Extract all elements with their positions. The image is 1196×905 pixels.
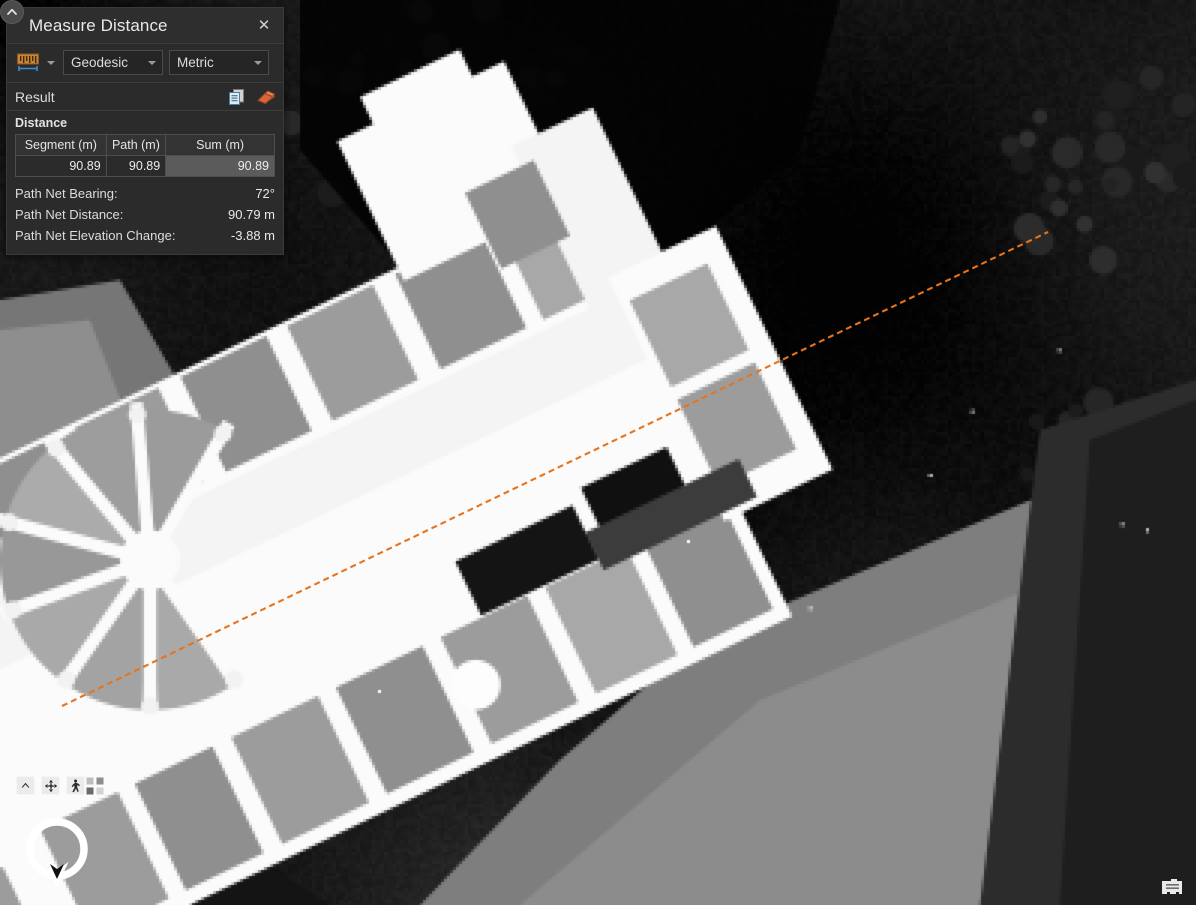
eraser-icon[interactable] [255, 87, 275, 107]
stat-label-bearing: Path Net Bearing: [15, 186, 118, 201]
esri-globe-logo [26, 818, 88, 887]
stat-value-bearing: 72° [255, 186, 275, 201]
pan-button[interactable] [41, 776, 60, 795]
basemap-grid-icon [86, 777, 104, 795]
stat-row-distance: Path Net Distance: 90.79 m [15, 204, 275, 225]
pan-arrows-icon [44, 779, 57, 792]
path-statistics: Path Net Bearing: 72° Path Net Distance:… [7, 177, 283, 254]
collapse-panel-button[interactable] [0, 0, 24, 24]
legend-button[interactable] [1158, 875, 1186, 899]
stat-value-distance: 90.79 m [228, 207, 275, 222]
stat-label-distance: Path Net Distance: [15, 207, 124, 222]
column-segment: Segment (m) [15, 134, 107, 156]
measure-units-select[interactable]: Metric [169, 50, 269, 75]
compass-north-icon [21, 782, 30, 788]
cell-sum: 90.89 [165, 155, 275, 177]
stat-value-elevation: -3.88 m [230, 228, 275, 243]
distance-section-title: Distance [15, 116, 68, 130]
compass-north-button[interactable] [16, 776, 35, 795]
result-label: Result [15, 88, 55, 105]
stat-row-elevation: Path Net Elevation Change: -3.88 m [15, 225, 275, 246]
measure-units-value: Metric [177, 55, 214, 70]
stat-label-elevation: Path Net Elevation Change: [15, 228, 176, 243]
result-header: Result [7, 83, 283, 111]
caret-down-icon[interactable] [47, 60, 55, 65]
measure-tool-selector[interactable] [14, 51, 57, 75]
ruler-icon [17, 53, 39, 71]
map-navigation-toolbar[interactable] [16, 776, 85, 795]
basemap-gallery-button[interactable] [86, 777, 104, 795]
cell-segment: 90.89 [15, 155, 107, 177]
stat-row-bearing: Path Net Bearing: 72° [15, 183, 275, 204]
table-header-row: Segment (m) Path (m) Sum (m) [15, 134, 275, 156]
walk-mode-button[interactable] [66, 776, 85, 795]
app-root: Measure Distance ✕ Geodesic Metric Resul… [0, 0, 1196, 905]
chevron-up-icon [7, 8, 17, 15]
chevron-down-icon [148, 60, 156, 65]
table-row[interactable]: 90.89 90.89 90.89 [15, 155, 275, 177]
column-path: Path (m) [105, 134, 167, 156]
close-button[interactable]: ✕ [249, 11, 279, 39]
measure-toolbar[interactable]: Geodesic Metric [7, 44, 283, 83]
measure-mode-select[interactable]: Geodesic [63, 50, 163, 75]
cell-path: 90.89 [105, 155, 167, 177]
esri-logo [20, 815, 94, 889]
chevron-down-icon [254, 60, 262, 65]
walk-mode-icon [71, 779, 80, 792]
measure-mode-value: Geodesic [71, 55, 129, 70]
panel-title: Measure Distance [29, 15, 168, 35]
column-sum: Sum (m) [165, 134, 275, 156]
legend-card-icon [1162, 879, 1182, 894]
copy-icon[interactable] [227, 87, 247, 107]
result-actions[interactable] [227, 87, 275, 107]
measure-distance-panel[interactable]: Measure Distance ✕ Geodesic Metric Resul… [6, 7, 284, 255]
distance-table: Segment (m) Path (m) Sum (m) 90.89 90.89… [15, 134, 275, 177]
panel-titlebar[interactable]: Measure Distance ✕ [7, 8, 283, 44]
